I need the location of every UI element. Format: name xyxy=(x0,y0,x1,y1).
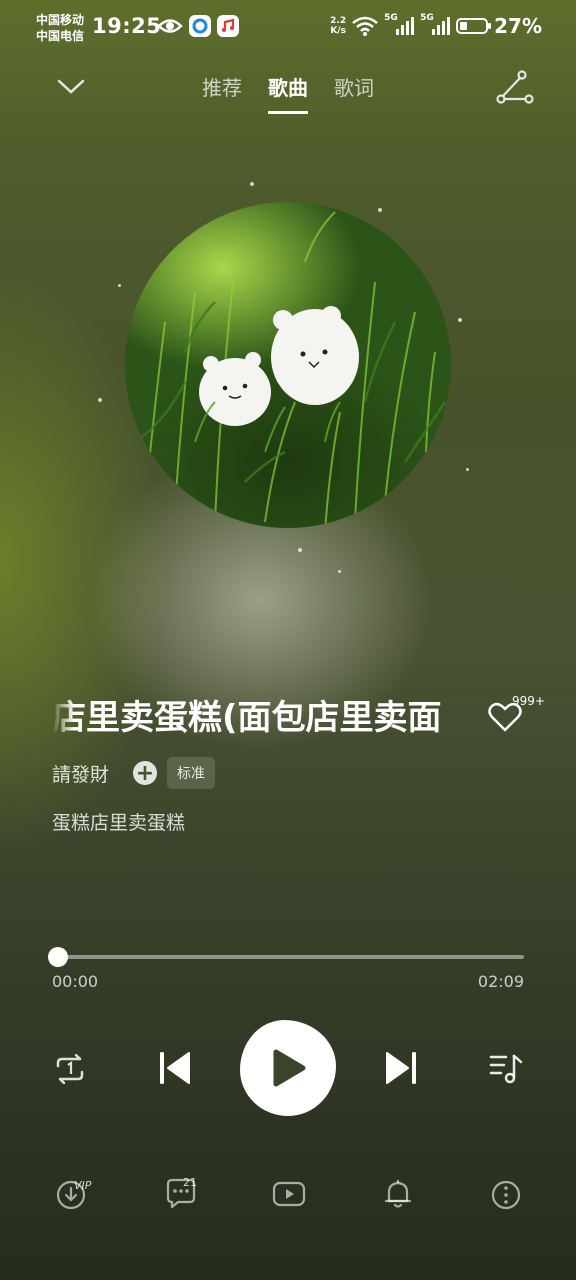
battery-icon xyxy=(456,18,492,34)
repeat-one-icon[interactable] xyxy=(52,1054,88,1084)
play-button[interactable] xyxy=(240,1020,336,1116)
tab-song[interactable]: 歌曲 xyxy=(268,72,308,114)
battery-percent: 27% xyxy=(494,14,542,38)
music-app-icon xyxy=(217,15,239,37)
bell-icon xyxy=(384,1180,412,1208)
next-icon[interactable] xyxy=(384,1050,418,1086)
status-bar: 中国移动 中国电信 19:25 2.2 K/s 5G 5G 27% xyxy=(0,0,576,54)
sparkle-particle xyxy=(298,548,302,552)
signal-1: 5G xyxy=(384,13,415,37)
song-subtitle: 蛋糕店里卖蛋糕 xyxy=(52,812,186,834)
net-speed-unit: K/s xyxy=(330,26,346,36)
notification-button[interactable] xyxy=(381,1176,415,1214)
sparkle-particle xyxy=(250,182,254,186)
progress-knob[interactable] xyxy=(48,947,68,967)
plus-icon[interactable]: + xyxy=(133,761,158,786)
video-icon xyxy=(272,1181,306,1207)
playlist-icon[interactable] xyxy=(488,1053,524,1085)
sparkle-particle xyxy=(338,570,341,573)
previous-icon[interactable] xyxy=(158,1050,192,1086)
player-top-nav: 推荐 歌曲 歌词 xyxy=(0,68,576,116)
comment-count: 21 xyxy=(183,1176,197,1189)
signal-2: 5G xyxy=(420,13,451,37)
artist-name[interactable]: 請發財 xyxy=(52,760,109,787)
sparkle-particle xyxy=(118,284,121,287)
sparkle-particle xyxy=(458,318,462,322)
song-title: 店里卖蛋糕(面包店里卖面 xyxy=(52,698,442,738)
share-icon[interactable] xyxy=(496,70,534,106)
quality-badge[interactable]: 标准 xyxy=(167,757,216,789)
more-button[interactable] xyxy=(489,1176,523,1214)
vip-badge: VIP xyxy=(74,1179,92,1192)
like-count: 999+ xyxy=(512,694,545,708)
notification-icons xyxy=(157,15,239,37)
play-icon xyxy=(273,1049,306,1087)
download-button[interactable]: VIP xyxy=(54,1176,92,1214)
carrier-2: 中国电信 xyxy=(36,29,85,43)
tabs: 推荐 歌曲 歌词 xyxy=(0,72,576,114)
signal-bars-icon xyxy=(432,17,451,35)
sparkle-particle xyxy=(98,398,102,402)
signal-bars-icon xyxy=(396,17,415,35)
current-time: 00:00 xyxy=(52,972,99,991)
wifi-icon xyxy=(352,16,378,36)
sparkle-particle xyxy=(466,468,469,471)
progress-bar[interactable] xyxy=(58,955,524,959)
album-art[interactable] xyxy=(125,202,451,528)
comment-button[interactable]: 21 xyxy=(164,1176,198,1214)
tab-lyrics[interactable]: 歌词 xyxy=(334,72,374,114)
song-title-container: 店里卖蛋糕(面包店里卖面 xyxy=(52,690,492,738)
carrier-info: 中国移动 中国电信 xyxy=(36,12,84,44)
browser-app-icon xyxy=(189,15,211,37)
artist-row: 請發財 + 标准 xyxy=(52,757,216,789)
more-icon xyxy=(491,1180,521,1210)
net-speed: 2.2 K/s xyxy=(330,16,346,36)
carrier-1: 中国移动 xyxy=(36,13,85,27)
album-art-image xyxy=(134,211,447,528)
total-time: 02:09 xyxy=(477,972,524,991)
video-button[interactable] xyxy=(272,1176,306,1214)
net-speed-value: 2.2 xyxy=(330,16,347,26)
eye-icon xyxy=(157,19,183,33)
system-indicators: 2.2 K/s 5G 5G 27% xyxy=(330,13,542,38)
tab-recommend[interactable]: 推荐 xyxy=(202,72,242,114)
status-time: 19:25 xyxy=(92,14,162,38)
